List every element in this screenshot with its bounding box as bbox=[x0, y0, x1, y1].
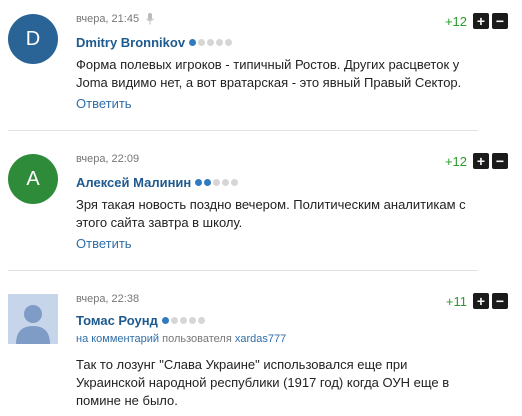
vote-controls: +12 + − bbox=[445, 153, 508, 169]
microphone-icon bbox=[146, 13, 154, 25]
vote-controls: +12 + − bbox=[445, 13, 508, 29]
downvote-button[interactable]: − bbox=[492, 293, 508, 309]
upvote-button[interactable]: + bbox=[473, 153, 489, 169]
upvote-button[interactable]: + bbox=[473, 293, 489, 309]
comment-time: вчера, 22:38 bbox=[76, 293, 140, 305]
reply-to-label: пользователя bbox=[162, 333, 232, 345]
rating-dot bbox=[216, 39, 224, 46]
comment-item: D вчера, 21:45 +12 + − Dmitry Bronnikov … bbox=[0, 0, 522, 130]
author-name[interactable]: Томас Роунд bbox=[76, 313, 158, 328]
rating-dot bbox=[197, 317, 205, 324]
comment-item: А вчера, 22:09 +12 + − Алексей Малинин З… bbox=[0, 140, 522, 270]
avatar-letter: D bbox=[25, 27, 41, 50]
rating-dots bbox=[195, 179, 239, 186]
author-name[interactable]: Алексей Малинин bbox=[76, 175, 191, 190]
avatar[interactable] bbox=[8, 294, 58, 344]
vote-count: +11 bbox=[445, 293, 467, 309]
rating-dots bbox=[161, 317, 205, 324]
rating-dot bbox=[198, 39, 206, 46]
reply-button[interactable]: Ответить bbox=[76, 236, 132, 251]
avatar[interactable]: D bbox=[8, 14, 58, 64]
downvote-button[interactable]: − bbox=[492, 13, 508, 29]
rating-dot bbox=[213, 179, 221, 186]
author-row: Алексей Малинин bbox=[76, 175, 239, 190]
vote-count: +12 bbox=[444, 153, 467, 169]
comment-text: Форма полевых игроков - типичный Ростов.… bbox=[76, 57, 462, 90]
rating-dot bbox=[207, 39, 215, 46]
default-user-icon bbox=[8, 294, 58, 344]
rating-dot bbox=[189, 39, 197, 46]
comment-time: вчера, 21:45 bbox=[76, 13, 140, 25]
avatar[interactable]: А bbox=[8, 154, 58, 204]
rating-dot bbox=[204, 179, 212, 186]
divider bbox=[8, 270, 478, 271]
reply-to-info: на комментарий пользователя xardas777 bbox=[76, 333, 286, 345]
vote-controls: +11 + − bbox=[446, 293, 508, 309]
rating-dot bbox=[225, 39, 233, 46]
rating-dot bbox=[161, 317, 169, 324]
comment-meta: вчера, 22:38 bbox=[76, 293, 139, 305]
vote-count: +12 bbox=[444, 13, 467, 29]
upvote-button[interactable]: + bbox=[473, 13, 489, 29]
comment-time: вчера, 22:09 bbox=[76, 153, 140, 165]
author-row: Томас Роунд bbox=[76, 313, 205, 328]
divider bbox=[8, 130, 478, 131]
downvote-button[interactable]: − bbox=[492, 153, 508, 169]
comment-meta: вчера, 22:09 bbox=[76, 153, 139, 165]
comment-meta: вчера, 21:45 bbox=[76, 13, 155, 25]
reply-to-user[interactable]: xardas777 bbox=[235, 333, 286, 345]
author-row: Dmitry Bronnikov bbox=[76, 35, 233, 50]
comment-text: Так то лозунг "Слава Украине" использова… bbox=[76, 357, 450, 408]
rating-dot bbox=[179, 317, 187, 324]
rating-dot bbox=[170, 317, 178, 324]
rating-dot bbox=[231, 179, 239, 186]
comment-item: вчера, 22:38 +11 + − Томас Роунд на комм… bbox=[0, 280, 522, 416]
rating-dot bbox=[222, 179, 230, 186]
author-name[interactable]: Dmitry Bronnikov bbox=[76, 35, 185, 50]
reply-to-link[interactable]: на комментарий bbox=[76, 333, 159, 345]
reply-button[interactable]: Ответить bbox=[76, 96, 132, 111]
rating-dots bbox=[189, 39, 233, 46]
rating-dot bbox=[195, 179, 203, 186]
rating-dot bbox=[188, 317, 196, 324]
avatar-letter: А bbox=[26, 167, 40, 190]
comment-text: Зря такая новость поздно вечером. Полити… bbox=[76, 197, 466, 230]
